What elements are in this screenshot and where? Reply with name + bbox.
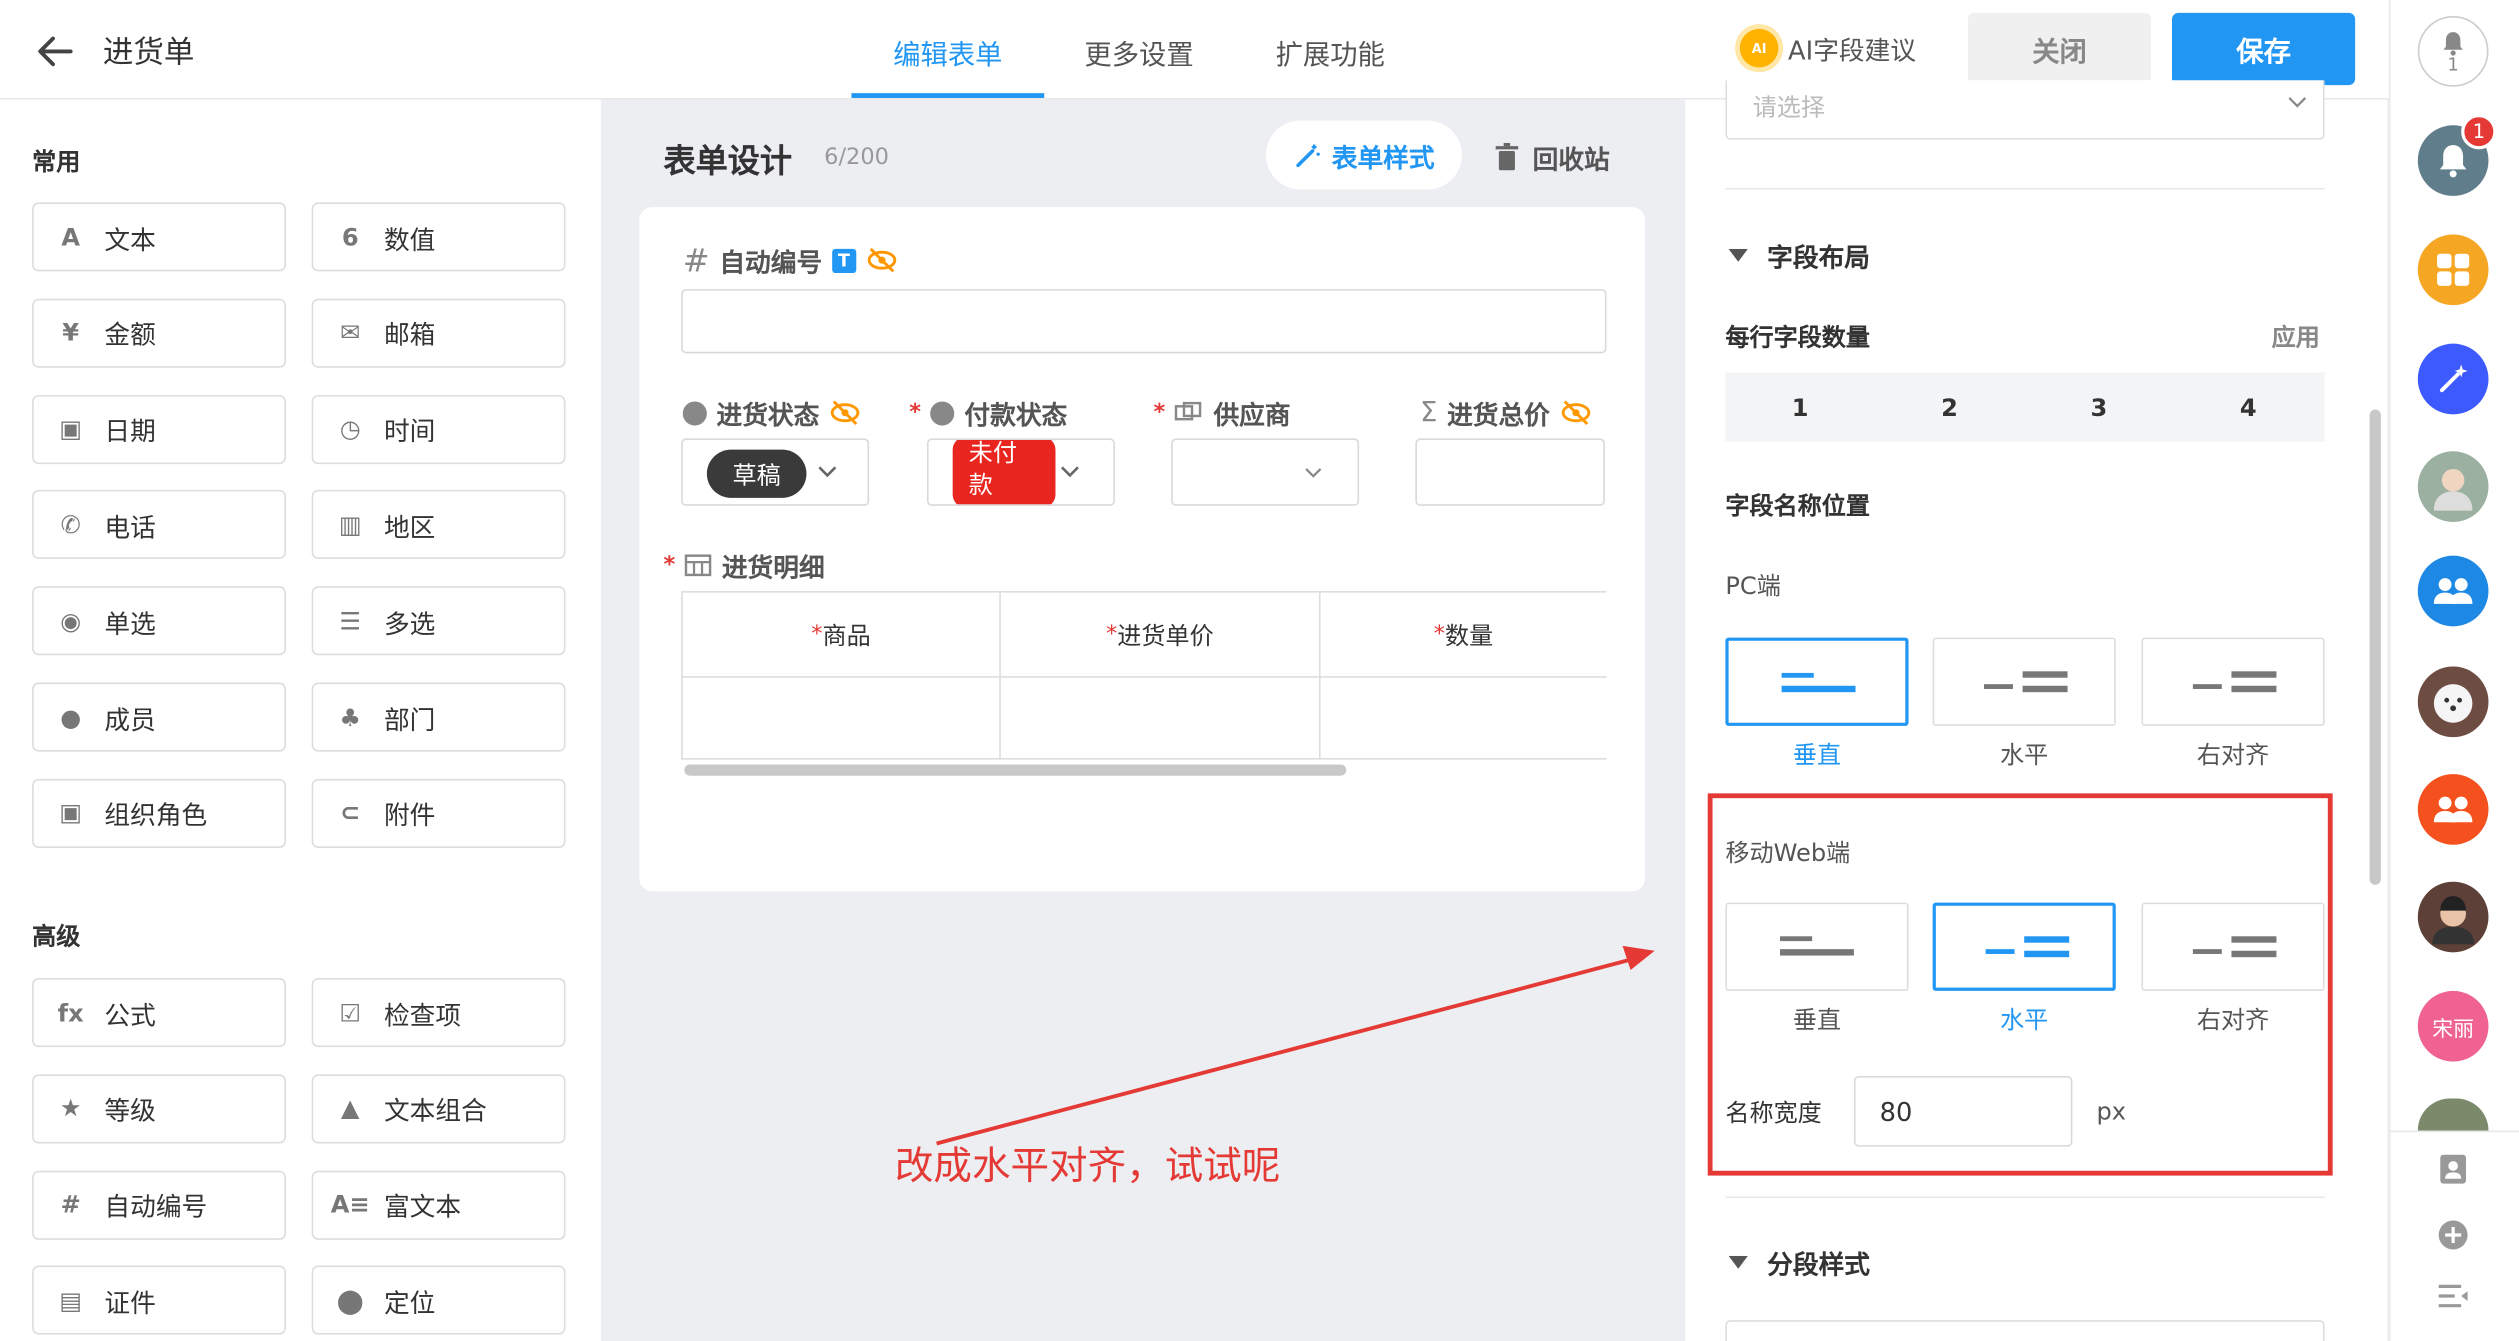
panel-scrollbar[interactable] xyxy=(2369,409,2381,885)
group-icon xyxy=(2433,578,2473,604)
contacts-icon[interactable] xyxy=(2439,1153,2468,1192)
bell-count: 1 xyxy=(2447,53,2459,75)
caret-down-icon xyxy=(1728,248,1748,262)
pc-horizontal-label: 水平 xyxy=(2000,740,2049,770)
user-avatar[interactable] xyxy=(2417,451,2489,522)
divider xyxy=(1725,1196,2325,1199)
layout-bar xyxy=(2022,671,2068,678)
section-style-title: 分段样式 xyxy=(1767,1249,1871,1280)
pc-right-align-label: 右对齐 xyxy=(2196,740,2270,770)
woman-avatar-icon xyxy=(2432,896,2475,945)
magic-icon xyxy=(2439,364,2468,393)
pc-vertical-label: 垂直 xyxy=(1792,740,1842,770)
layout-bar xyxy=(1781,672,1814,678)
apply-link[interactable]: 应用 xyxy=(2272,320,2320,354)
dog-avatar-icon xyxy=(2433,684,2473,723)
caret-down-icon xyxy=(1728,1255,1748,1269)
field-layout-title: 字段布局 xyxy=(1767,242,1871,274)
pc-right-align-option[interactable] xyxy=(2141,637,2325,726)
per-row-option-3[interactable]: 3 xyxy=(2024,373,2173,442)
apps-grid-button[interactable] xyxy=(2417,234,2489,306)
person-avatar-icon xyxy=(2433,468,2473,511)
field-layout-section-header[interactable]: 字段布局 xyxy=(1728,236,1871,275)
section-style-select[interactable] xyxy=(1725,1320,2325,1341)
name-position-title: 字段名称位置 xyxy=(1725,491,1871,521)
section-style-header[interactable]: 分段样式 xyxy=(1728,1243,1871,1282)
collapse-list-icon[interactable] xyxy=(2437,1283,2469,1315)
layout-bar xyxy=(2231,671,2277,678)
group-button[interactable] xyxy=(2417,555,2489,627)
team-button[interactable] xyxy=(2417,774,2489,845)
layout-bar xyxy=(1781,685,1856,693)
grid-icon xyxy=(2437,253,2470,286)
dog-avatar[interactable] xyxy=(2417,666,2489,738)
bell-icon xyxy=(2443,31,2463,55)
pc-label: PC端 xyxy=(1725,571,1781,601)
layout-bar xyxy=(1984,684,2013,689)
divider xyxy=(2388,1130,2519,1133)
layout-bar xyxy=(2192,684,2222,689)
pc-vertical-option[interactable] xyxy=(1725,637,1909,726)
select-placeholder: 请选择 xyxy=(1752,93,1826,123)
layout-bar xyxy=(2022,685,2068,693)
ai-assistant-button[interactable] xyxy=(2417,343,2489,415)
notification-badge: 1 xyxy=(2461,114,2497,150)
woman-avatar[interactable] xyxy=(2417,881,2489,953)
pc-horizontal-option[interactable] xyxy=(1932,637,2116,726)
layout-bar xyxy=(2231,685,2277,693)
notification-icon xyxy=(2439,145,2467,178)
per-row-option-1[interactable]: 1 xyxy=(1725,373,1874,442)
team-icon xyxy=(2433,796,2473,823)
user-avatar-songli[interactable]: 宋丽 xyxy=(2417,990,2489,1062)
select-dropdown[interactable]: 请选择 xyxy=(1725,80,2325,140)
chevron-down-icon xyxy=(2288,97,2307,108)
add-chat-icon[interactable] xyxy=(2437,1219,2469,1258)
per-row-label: 每行字段数量 xyxy=(1725,322,1871,352)
per-row-option-2[interactable]: 2 xyxy=(1875,373,2024,442)
per-row-option-4[interactable]: 4 xyxy=(2174,373,2323,442)
divider xyxy=(1725,187,2325,190)
bell-button[interactable]: 1 xyxy=(2417,16,2489,87)
annotation-highlight-box xyxy=(1707,793,2333,1176)
